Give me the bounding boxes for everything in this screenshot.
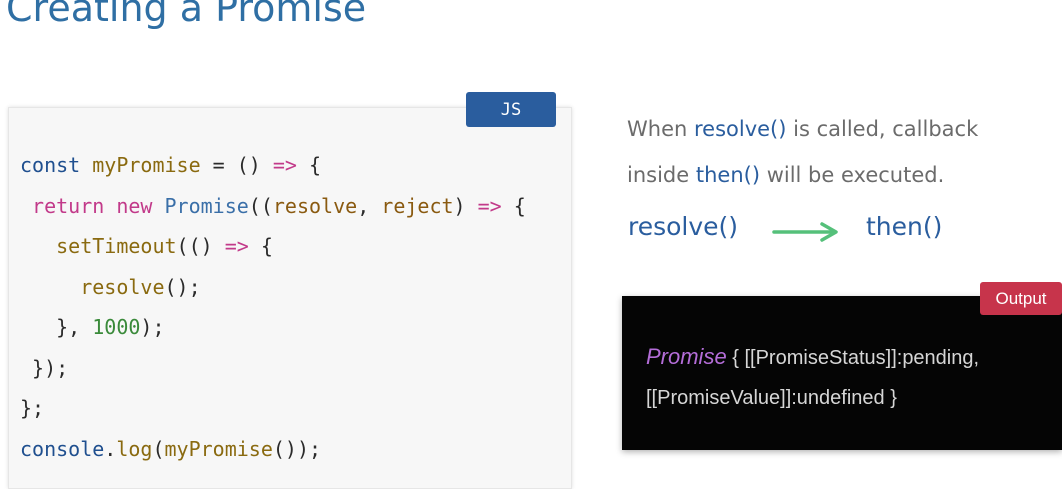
code-token: reject <box>381 193 454 218</box>
code-token: const <box>20 153 93 177</box>
code-token: (( <box>248 193 273 218</box>
code-token: { <box>296 153 322 177</box>
slide-title: Creating a Promise <box>6 0 367 30</box>
flow-resolve-label: resolve() <box>628 212 739 241</box>
code-token: return <box>20 193 117 218</box>
description-text: is called, callback <box>786 117 979 141</box>
code-block: const myPromise = () => { return new Pro… <box>20 145 526 469</box>
language-badge: JS <box>466 92 556 127</box>
code-token: resolve <box>272 193 358 218</box>
output-class-name: Promise <box>646 344 727 369</box>
code-token: log <box>116 436 153 461</box>
description-text: When <box>627 117 694 141</box>
code-token: myPromise <box>164 436 273 461</box>
code-line: console.log(myPromise()); <box>20 429 526 470</box>
description-line-2: inside then() will be executed. <box>627 152 1057 198</box>
description: When resolve() is called, callback insid… <box>627 106 1057 198</box>
resolve-highlight: resolve() <box>693 117 787 141</box>
code-token: , <box>357 193 382 218</box>
output-status: { [[PromiseStatus]]:pending, <box>726 347 980 369</box>
description-text: inside <box>627 163 696 187</box>
code-token: 1000 <box>92 315 141 339</box>
code-token: (() <box>176 234 225 258</box>
code-token: ()); <box>272 436 322 461</box>
code-token: (); <box>164 274 201 299</box>
code-line: }; <box>20 388 526 429</box>
code-token: => <box>224 234 249 258</box>
code-token: = () <box>200 153 273 177</box>
code-line: }, 1000); <box>20 307 526 348</box>
description-line-1: When resolve() is called, callback <box>627 106 1057 152</box>
code-token: => <box>477 193 502 218</box>
code-token: ( <box>152 436 165 461</box>
output-line-1: Promise { [[PromiseStatus]]:pending, <box>646 337 1056 378</box>
code-token: myPromise <box>92 153 201 177</box>
code-token: ); <box>140 315 165 339</box>
console-output: Promise { [[PromiseStatus]]:pending, [[P… <box>646 337 1056 418</box>
code-token: console <box>20 436 105 461</box>
code-line: setTimeout(() => { <box>20 226 526 267</box>
code-token: }); <box>20 355 69 380</box>
output-line-2: [[PromiseValue]]:undefined } <box>646 387 897 409</box>
code-token: { <box>501 193 526 218</box>
code-token: ) <box>453 193 478 218</box>
code-line: return new Promise((resolve, reject) => … <box>20 186 526 227</box>
code-token: setTimeout <box>56 234 177 258</box>
code-token: Promise <box>164 193 249 218</box>
code-token: => <box>272 153 297 177</box>
code-token: . <box>104 436 117 461</box>
code-token: new <box>116 193 165 218</box>
code-token: }, <box>20 315 93 339</box>
code-line: const myPromise = () => { <box>20 145 526 186</box>
description-text: will be executed. <box>760 163 945 187</box>
then-highlight: then() <box>695 163 761 187</box>
code-token: { <box>248 234 273 258</box>
code-token: resolve <box>80 274 165 299</box>
code-line: resolve(); <box>20 267 526 308</box>
code-token: }; <box>20 396 45 420</box>
flow-then-label: then() <box>866 212 943 241</box>
arrow-right-icon <box>772 222 838 242</box>
code-line: }); <box>20 348 526 389</box>
output-badge: Output <box>980 282 1062 315</box>
